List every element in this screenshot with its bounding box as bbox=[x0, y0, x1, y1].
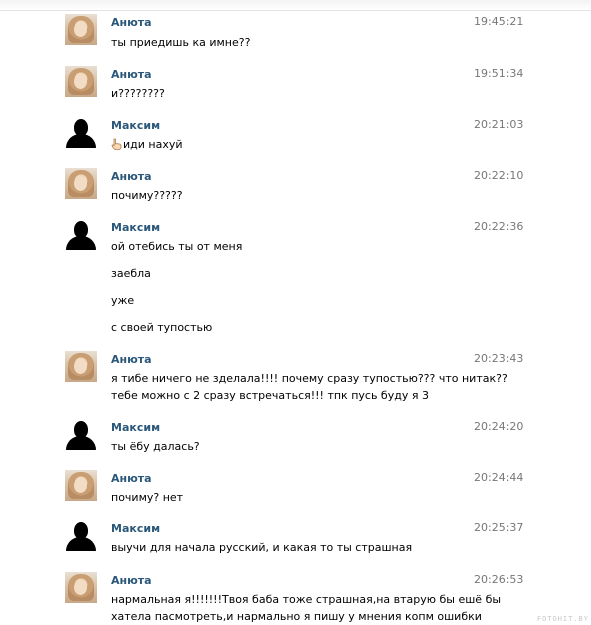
message-text: хатела пасмотреть,и нармально я пишу у м… bbox=[111, 610, 482, 623]
message-text: уже bbox=[111, 294, 135, 307]
message-time: 19:45:21 bbox=[474, 15, 524, 28]
message-time: 19:51:34 bbox=[474, 67, 524, 80]
avatar-anyuta[interactable] bbox=[65, 572, 97, 603]
message-text: иди нахуй bbox=[111, 138, 183, 151]
author-name[interactable]: Анюта bbox=[111, 68, 152, 81]
message-time: 20:22:36 bbox=[474, 220, 524, 233]
message-text-body: иди нахуй bbox=[123, 138, 183, 151]
avatar-maksim[interactable] bbox=[65, 117, 97, 148]
message-text: нармальная я!!!!!!!Твоя баба тоже страшн… bbox=[111, 593, 502, 606]
avatar-anyuta[interactable] bbox=[65, 66, 97, 97]
avatar-anyuta[interactable] bbox=[65, 14, 97, 45]
message-text: и???????? bbox=[111, 87, 165, 100]
message-text: ты приедишь ка имне?? bbox=[111, 36, 251, 49]
avatar-anyuta[interactable] bbox=[65, 168, 97, 199]
message-text: ты ёбу далась? bbox=[111, 440, 200, 453]
author-name[interactable]: Максим bbox=[111, 421, 160, 434]
author-name[interactable]: Анюта bbox=[111, 16, 152, 29]
chat-window: Анюта 19:45:21 ты приедишь ка имне?? Аню… bbox=[0, 0, 591, 625]
message-time: 20:22:10 bbox=[474, 169, 524, 182]
watermark: FOTOHIT.BY bbox=[536, 615, 589, 623]
author-name[interactable]: Анюта bbox=[111, 353, 152, 366]
message-text: выучи для начала русский, и какая то ты … bbox=[111, 541, 413, 554]
message-text: заебла bbox=[111, 267, 151, 280]
avatar-anyuta[interactable] bbox=[65, 351, 97, 382]
message-time: 20:21:03 bbox=[474, 118, 524, 131]
avatar-maksim[interactable] bbox=[65, 219, 97, 250]
pointing-hand-icon bbox=[111, 138, 122, 150]
author-name[interactable]: Максим bbox=[111, 119, 160, 132]
author-name[interactable]: Анюта bbox=[111, 472, 152, 485]
message-time: 20:24:20 bbox=[474, 420, 524, 433]
message-text: я тибе ничего не зделала!!!! почему сраз… bbox=[111, 372, 508, 385]
message-time: 20:25:37 bbox=[474, 521, 524, 534]
author-name[interactable]: Анюта bbox=[111, 574, 152, 587]
message-time: 20:23:43 bbox=[474, 352, 524, 365]
author-name[interactable]: Максим bbox=[111, 522, 160, 535]
avatar-maksim[interactable] bbox=[65, 419, 97, 450]
avatar-maksim[interactable] bbox=[65, 520, 97, 551]
author-name[interactable]: Анюта bbox=[111, 170, 152, 183]
author-name[interactable]: Максим bbox=[111, 221, 160, 234]
message-text: тебе можно с 2 сразу встречаться!!! тпк … bbox=[111, 389, 429, 402]
top-border bbox=[0, 0, 591, 11]
message-time: 20:24:44 bbox=[474, 471, 524, 484]
message-time: 20:26:53 bbox=[474, 573, 524, 586]
avatar-anyuta[interactable] bbox=[65, 470, 97, 501]
message-text: с своей тупостью bbox=[111, 321, 213, 334]
message-text: ой отебись ты от меня bbox=[111, 240, 243, 253]
message-text: почиму????? bbox=[111, 189, 183, 202]
message-text: почиму? нет bbox=[111, 491, 184, 504]
